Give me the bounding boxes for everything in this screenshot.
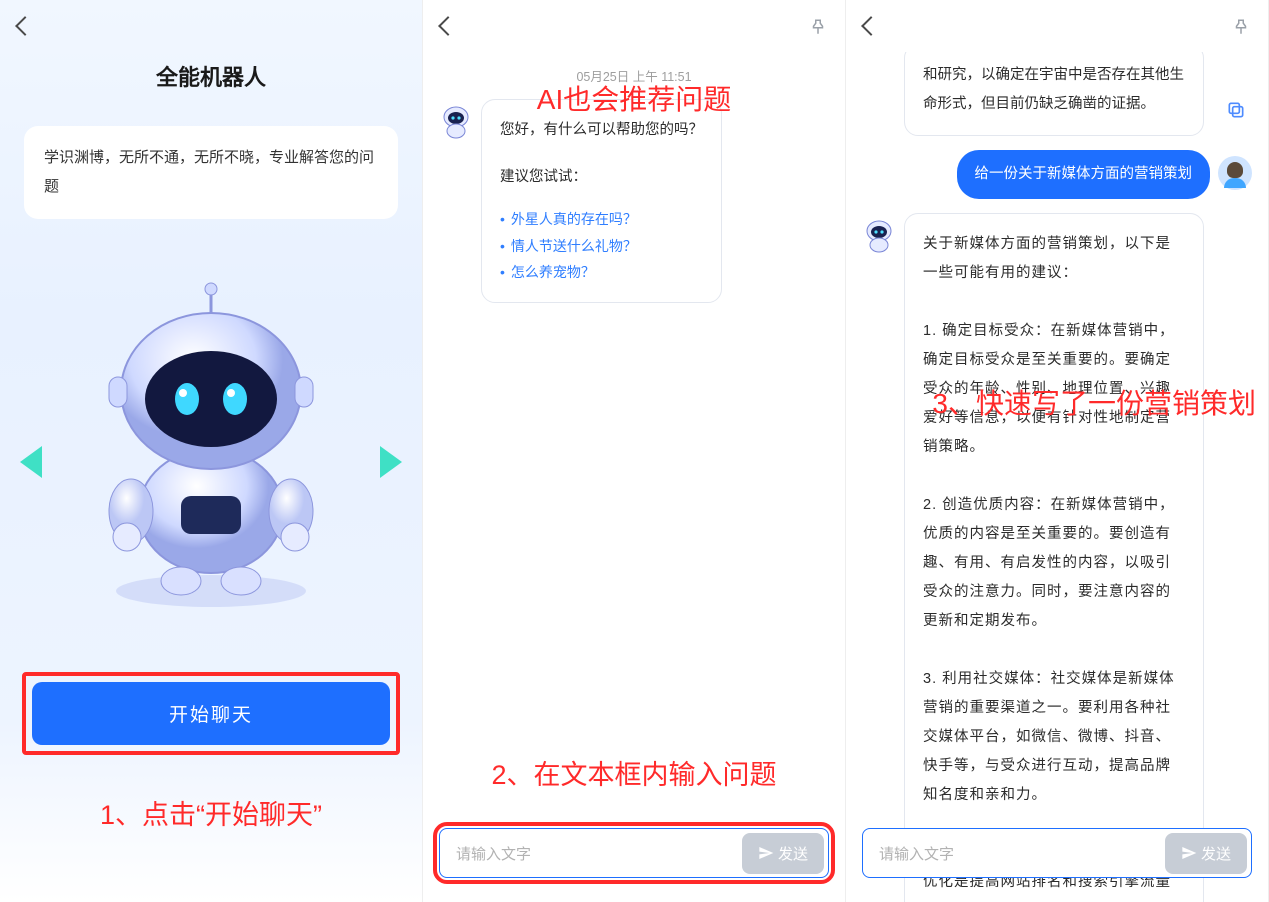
annotation-step-3: 3、快速写了一份营销策划	[932, 382, 1256, 422]
topbar	[423, 0, 845, 52]
bot-avatar-icon	[439, 105, 473, 139]
pin-icon[interactable]	[809, 18, 827, 36]
topbar	[0, 0, 422, 52]
ai-partial-bubble: 和研究，以确定在宇宙中是否存在其他生命形式，但目前仍缺乏确凿的证据。	[904, 52, 1204, 136]
suggestion-item[interactable]: 情人节送什么礼物？	[500, 233, 703, 260]
start-button-highlight: 开始聊天	[22, 672, 400, 755]
panel-answer: 3、快速写了一份营销策划 和研究，以确定在宇宙中是否存在其他生命形式，但目前仍缺…	[846, 0, 1269, 902]
message-input[interactable]: 请输入文字	[456, 843, 742, 864]
back-icon[interactable]	[861, 16, 881, 36]
message-input[interactable]: 请输入文字	[879, 843, 1165, 864]
carousel-next-icon[interactable]	[380, 446, 402, 478]
ai-message-row: 和研究，以确定在宇宙中是否存在其他生命形式，但目前仍缺乏确凿的证据。	[862, 52, 1252, 136]
suggestion-header: 建议您试试：	[500, 163, 703, 192]
message-input-container: 请输入文字 发送	[862, 828, 1252, 878]
pin-icon[interactable]	[1232, 18, 1250, 36]
chat-body: 和研究，以确定在宇宙中是否存在其他生命形式，但目前仍缺乏确凿的证据。 给一份关于…	[846, 52, 1268, 902]
ai-greeting-bubble: 您好，有什么可以帮助您的吗？ 建议您试试： 外星人真的存在吗？ 情人节送什么礼物…	[481, 99, 722, 303]
send-label: 发送	[1201, 843, 1231, 864]
message-input-container: 请输入文字 发送	[439, 828, 829, 878]
back-icon[interactable]	[438, 16, 458, 36]
annotation-step-1: 1、点击“开始聊天”	[0, 793, 422, 832]
send-icon	[758, 845, 774, 861]
annotation-step-2: 2、在文本框内输入问题	[423, 753, 845, 792]
greeting-text: 您好，有什么可以帮助您的吗？	[500, 116, 703, 145]
send-button[interactable]: 发送	[1165, 833, 1247, 874]
send-icon	[1181, 845, 1197, 861]
page-title: 全能机器人	[0, 60, 422, 92]
copy-icon[interactable]	[1226, 100, 1246, 120]
topbar	[846, 0, 1268, 52]
user-message-bubble: 给一份关于新媒体方面的营销策划	[957, 150, 1211, 199]
back-icon[interactable]	[15, 16, 35, 36]
suggestion-item[interactable]: 怎么养宠物？	[500, 259, 703, 286]
ai-message-row: 您好，有什么可以帮助您的吗？ 建议您试试： 外星人真的存在吗？ 情人节送什么礼物…	[439, 99, 829, 303]
start-chat-button[interactable]: 开始聊天	[32, 682, 390, 745]
annotation-ai-suggests: AI也会推荐问题	[537, 78, 731, 118]
suggestion-list: 外星人真的存在吗？ 情人节送什么礼物？ 怎么养宠物？	[500, 206, 703, 286]
panel-intro: 全能机器人 学识渊博，无所不通，无所不晓，专业解答您的问题	[0, 0, 423, 902]
ai-answer-bubble: 关于新媒体方面的营销策划，以下是一些可能有用的建议： 1. 确定目标受众：在新媒…	[904, 213, 1204, 902]
carousel-prev-icon[interactable]	[20, 446, 42, 478]
suggestion-item[interactable]: 外星人真的存在吗？	[500, 206, 703, 233]
user-avatar-icon	[1218, 156, 1252, 190]
user-message-row: 给一份关于新媒体方面的营销策划	[862, 150, 1252, 199]
ai-message-row: 关于新媒体方面的营销策划，以下是一些可能有用的建议： 1. 确定目标受众：在新媒…	[862, 213, 1252, 902]
send-button[interactable]: 发送	[742, 833, 824, 874]
robot-carousel	[0, 219, 422, 672]
panel-greeting: 05月25日 上午 11:51 AI也会推荐问题 您好，有什么可以帮助您的吗？ …	[423, 0, 846, 902]
robot-illustration	[61, 281, 361, 611]
bot-avatar-icon	[862, 219, 896, 253]
send-label: 发送	[778, 843, 808, 864]
intro-description: 学识渊博，无所不通，无所不晓，专业解答您的问题	[24, 126, 398, 219]
